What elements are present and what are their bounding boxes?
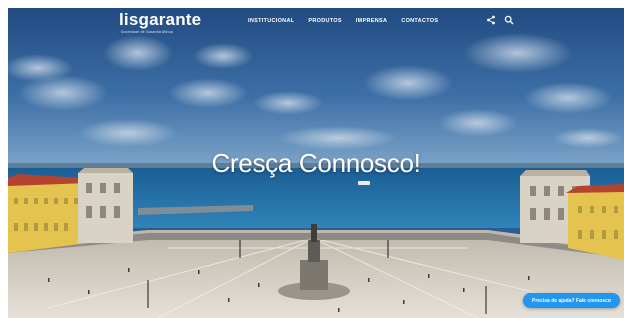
share-icon[interactable] (486, 15, 496, 25)
lisgarante-logo[interactable]: lisgarante Sociedade de Garantia Mútua (119, 10, 209, 36)
nav-item-imprensa[interactable]: IMPRENSA (356, 18, 387, 24)
nav-item-contactos[interactable]: CONTACTOS (401, 18, 438, 24)
help-chat-button[interactable]: Precisa de ajuda? Fale connosco (523, 293, 620, 308)
nav-item-produtos[interactable]: PRODUTOS (308, 18, 341, 24)
browser-viewport: lisgarante Sociedade de Garantia Mútua I… (8, 8, 624, 318)
hero-title: Cresça Connosco! (211, 148, 421, 178)
top-navbar: lisgarante Sociedade de Garantia Mútua I… (8, 8, 624, 38)
nav-item-institucional[interactable]: INSTITUCIONAL (248, 18, 294, 24)
logo-tagline: Sociedade de Garantia Mútua (121, 30, 173, 34)
search-icon[interactable] (504, 15, 514, 25)
logo-text: lisgarante (119, 10, 202, 29)
main-menu: INSTITUCIONAL PRODUTOS IMPRENSA CONTACTO… (248, 18, 438, 24)
nav-icons (486, 15, 514, 25)
